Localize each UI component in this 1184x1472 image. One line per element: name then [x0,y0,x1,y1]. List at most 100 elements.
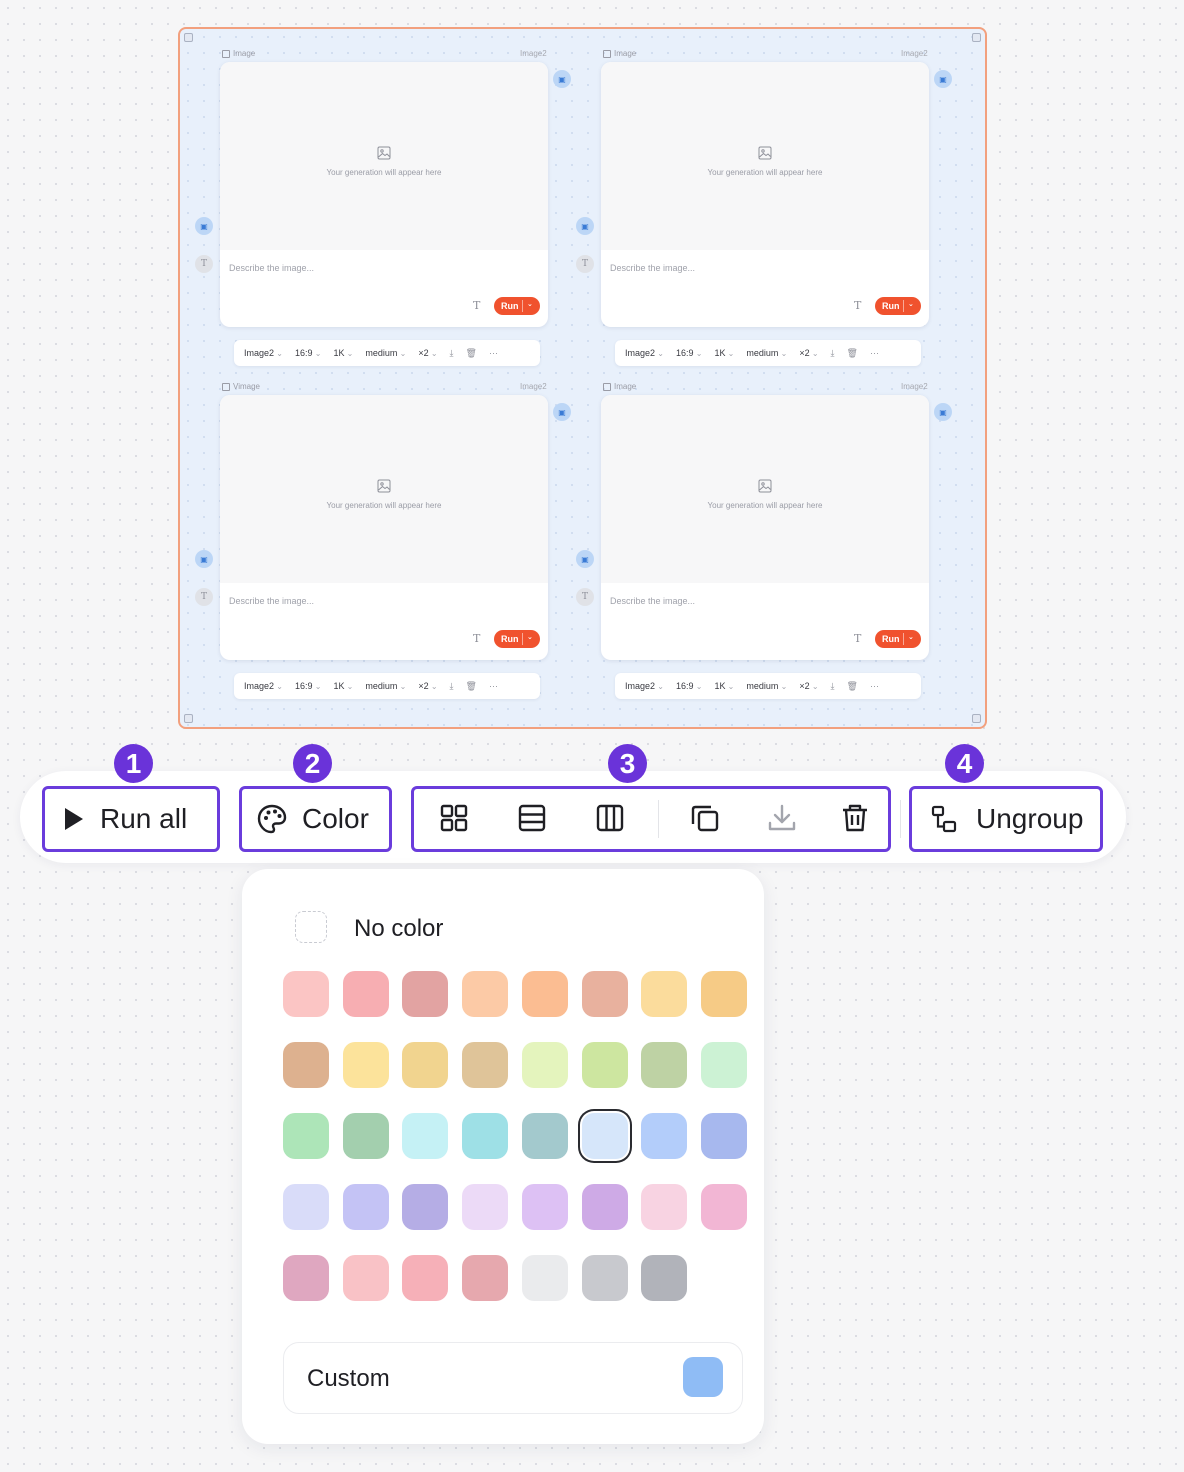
color-swatch[interactable] [521,971,568,1017]
color-swatch[interactable] [402,1184,449,1230]
resize-handle-top-right[interactable] [972,33,981,42]
prompt-input[interactable]: Describe the image... [229,596,314,606]
image-node-card[interactable]: Your generation will appear here Describ… [601,395,929,660]
download-icon[interactable]: ⤓ [450,681,454,692]
quality-select[interactable]: medium [365,681,406,691]
image-node-card[interactable]: Your generation will appear here Describ… [601,62,929,327]
color-swatch[interactable] [581,1255,628,1301]
run-button[interactable]: Run ⌄ [875,630,921,648]
chevron-down-icon[interactable]: ⌄ [908,633,914,641]
color-swatch[interactable] [342,1255,389,1301]
prompt-input[interactable]: Describe the image... [610,263,695,273]
more-options-icon[interactable]: ··· [489,681,498,691]
color-swatch[interactable] [283,1255,329,1301]
more-options-icon[interactable]: ··· [870,681,879,691]
aspect-ratio-select[interactable]: 16:9 [295,681,321,691]
prompt-input[interactable]: Describe the image... [610,596,695,606]
resolution-select[interactable]: 1K [333,348,353,358]
color-swatch[interactable] [700,1042,747,1088]
color-swatch[interactable] [700,1113,747,1159]
color-swatch[interactable] [462,1042,509,1088]
run-button[interactable]: Run ⌄ [494,630,540,648]
color-swatch[interactable] [581,1184,628,1230]
duplicate-icon[interactable] [689,802,721,834]
ungroup-button[interactable]: Ungroup [930,800,1083,838]
download-icon[interactable]: ⤓ [831,348,835,359]
chevron-down-icon[interactable]: ⌄ [908,300,914,308]
aspect-ratio-select[interactable]: 16:9 [295,348,321,358]
no-color-label[interactable]: No color [354,915,443,943]
color-swatch[interactable] [462,1113,509,1159]
model-select[interactable]: Image2 [244,681,283,691]
resize-handle-top-left[interactable] [184,33,193,42]
download-icon[interactable]: ⤓ [450,348,454,359]
color-button[interactable]: Color [256,800,369,838]
image-input-port-icon[interactable]: ▣ [576,217,594,235]
count-select[interactable]: ×2 [418,681,437,691]
output-port-icon[interactable]: ▣ [934,403,952,421]
color-swatch[interactable] [342,1184,389,1230]
columns-icon[interactable] [594,802,626,834]
grid-icon[interactable] [438,802,470,834]
color-swatch[interactable] [402,971,449,1017]
prompt-input[interactable]: Describe the image... [229,263,314,273]
download-icon[interactable] [766,802,798,834]
text-input-port-icon[interactable]: T [576,588,594,606]
text-format-icon[interactable]: T [473,632,480,645]
color-swatch[interactable] [700,1184,747,1230]
aspect-ratio-select[interactable]: 16:9 [676,681,702,691]
text-input-port-icon[interactable]: T [195,588,213,606]
custom-color-row[interactable]: Custom [283,1342,743,1414]
text-format-icon[interactable]: T [854,632,861,645]
trash-icon[interactable] [839,802,871,834]
color-swatch[interactable] [641,971,688,1017]
color-swatch[interactable] [342,1042,389,1088]
more-options-icon[interactable]: ··· [870,348,879,358]
trash-icon[interactable]: 🗑︎ [847,348,858,359]
resize-handle-bottom-right[interactable] [972,714,981,723]
color-swatch[interactable] [283,1184,329,1230]
quality-select[interactable]: medium [365,348,406,358]
resolution-select[interactable]: 1K [714,348,734,358]
run-all-button[interactable]: Run all [62,800,187,838]
color-swatch[interactable] [342,1113,389,1159]
quality-select[interactable]: medium [746,681,787,691]
chevron-down-icon[interactable]: ⌄ [527,633,533,641]
chevron-down-icon[interactable]: ⌄ [527,300,533,308]
run-button[interactable]: Run ⌄ [494,297,540,315]
output-port-icon[interactable]: ▣ [553,403,571,421]
color-swatch[interactable] [462,1255,509,1301]
color-swatch[interactable] [402,1255,449,1301]
color-swatch[interactable] [700,971,747,1017]
text-format-icon[interactable]: T [473,299,480,312]
color-swatch[interactable] [641,1113,688,1159]
color-swatch[interactable] [342,971,389,1017]
image-input-port-icon[interactable]: ▣ [576,550,594,568]
color-swatch[interactable] [402,1113,449,1159]
quality-select[interactable]: medium [746,348,787,358]
color-swatch[interactable] [581,1042,628,1088]
output-port-icon[interactable]: ▣ [934,70,952,88]
color-swatch[interactable] [521,1042,568,1088]
color-swatch[interactable] [283,971,329,1017]
count-select[interactable]: ×2 [418,348,437,358]
color-swatch[interactable] [521,1184,568,1230]
color-swatch[interactable] [641,1255,688,1301]
image-input-port-icon[interactable]: ▣ [195,217,213,235]
trash-icon[interactable]: 🗑︎ [847,681,858,692]
text-format-icon[interactable]: T [854,299,861,312]
trash-icon[interactable]: 🗑︎ [466,348,477,359]
output-port-icon[interactable]: ▣ [553,70,571,88]
color-swatch[interactable] [402,1042,449,1088]
color-swatch[interactable] [283,1042,329,1088]
resolution-select[interactable]: 1K [714,681,734,691]
text-input-port-icon[interactable]: T [195,255,213,273]
color-swatch[interactable] [641,1184,688,1230]
resolution-select[interactable]: 1K [333,681,353,691]
image-node-card[interactable]: Your generation will appear here Describ… [220,395,548,660]
image-input-port-icon[interactable]: ▣ [195,550,213,568]
color-swatch[interactable] [462,1184,509,1230]
download-icon[interactable]: ⤓ [831,681,835,692]
color-swatch[interactable] [462,971,509,1017]
image-node-card[interactable]: Your generation will appear here Describ… [220,62,548,327]
